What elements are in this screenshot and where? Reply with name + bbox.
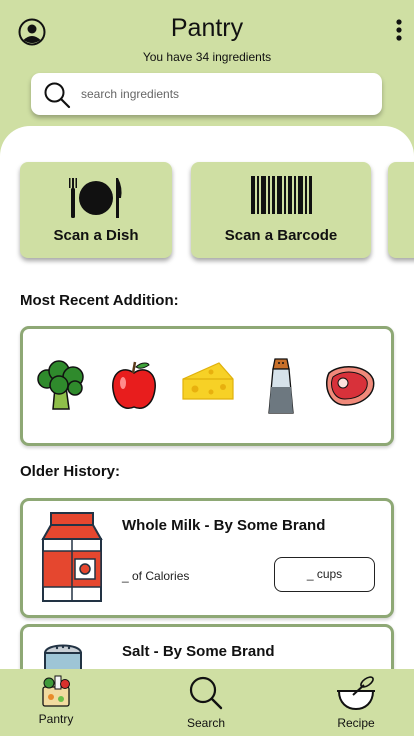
barcode-icon (251, 176, 312, 214)
search-bar[interactable] (31, 73, 382, 115)
search-input[interactable] (81, 83, 371, 105)
header: Pantry You have 34 ingredients (0, 0, 414, 130)
cheese-icon (182, 362, 234, 400)
scan-dish-button[interactable]: Scan a Dish (20, 162, 172, 258)
item-calories: _ of Calories (122, 569, 190, 583)
nav-recipe-label: Recipe (337, 716, 375, 730)
nav-search[interactable]: Search (161, 675, 251, 730)
nav-pantry[interactable]: Pantry (11, 675, 101, 726)
search-icon (189, 676, 223, 710)
grocery-bag-icon (42, 675, 70, 707)
bottom-nav: Pantry Search Recipe (0, 669, 414, 736)
scan-barcode-label: Scan a Barcode (224, 227, 338, 244)
item-name: Whole Milk - By Some Brand (122, 517, 326, 534)
steak-icon (325, 366, 375, 406)
action-card-partial[interactable] (388, 162, 414, 258)
broccoli-icon (37, 360, 84, 410)
nav-search-label: Search (186, 716, 226, 730)
milk-carton-icon (41, 512, 103, 602)
quantity-button[interactable]: _ cups (274, 557, 375, 592)
scan-dish-label: Scan a Dish (53, 227, 139, 244)
nav-pantry-label: Pantry (38, 712, 74, 726)
history-section-title: Older History: (20, 463, 121, 480)
apple-icon (112, 361, 156, 409)
scan-barcode-button[interactable]: Scan a Barcode (191, 162, 371, 258)
recent-section-title: Most Recent Addition: (20, 292, 179, 309)
nav-recipe[interactable]: Recipe (311, 675, 401, 730)
recent-additions (20, 326, 394, 446)
mixing-bowl-icon (337, 676, 375, 711)
plate-utensils-icon (69, 178, 122, 218)
item-name: Salt - By Some Brand (122, 643, 275, 660)
salt-shaker-icon (268, 358, 294, 414)
main-panel: Scan a Dish Scan a Barcode Most Recent A… (0, 126, 414, 686)
search-icon (43, 81, 71, 109)
ingredient-count: You have 34 ingredients (142, 50, 272, 64)
history-item-milk[interactable]: Whole Milk - By Some Brand _ of Calories… (20, 498, 394, 618)
more-options-icon[interactable] (394, 18, 404, 42)
page-title: Pantry (170, 14, 244, 42)
